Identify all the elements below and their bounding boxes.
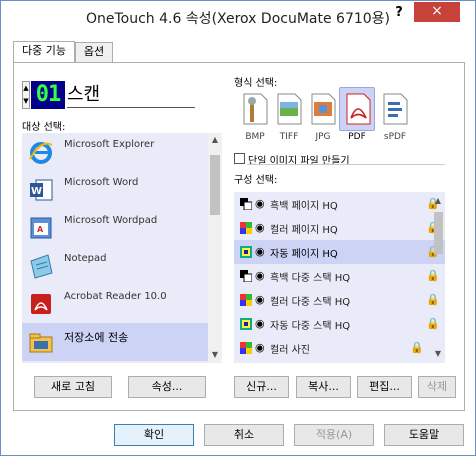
button-label-underline [67, 107, 195, 108]
list-item[interactable]: ◉ 컬러 페이지 HQ 🔒 [234, 216, 445, 240]
help-icon[interactable]: ? [386, 3, 412, 23]
tab-options[interactable]: 옵션 [75, 42, 113, 62]
bw-icon [240, 198, 252, 210]
auto-color-icon [240, 318, 252, 330]
single-file-checkbox[interactable] [234, 153, 245, 164]
color-icon [240, 294, 252, 306]
acrobat-icon [31, 294, 51, 314]
format-label: PDF [348, 132, 366, 142]
list-item-label: Microsoft Word [64, 177, 139, 188]
svg-text:W: W [31, 186, 42, 197]
apply-button[interactable]: 적용(A) [294, 424, 374, 446]
list-item-label: 자동 다중 스택 HQ [270, 321, 351, 332]
configuration-list[interactable]: ◉ 흑백 페이지 HQ 🔒 ◉ 컬러 페이지 HQ 🔒 ◉ 자동 페이지 HQ … [234, 192, 445, 363]
list-item-label: 컬러 다중 스택 HQ [270, 297, 351, 308]
list-item-label: Microsoft Explorer [64, 139, 155, 150]
scroll-thumb[interactable] [434, 212, 443, 254]
new-button[interactable]: 신규... [234, 376, 289, 398]
notepad-icon [30, 254, 53, 279]
list-item-acrobat[interactable]: Acrobat Reader 10.0 [22, 285, 208, 323]
list-item[interactable]: ◉ 흑백 페이지 HQ 🔒 [234, 192, 445, 216]
properties-window: OneTouch 4.6 속성(Xerox DocuMate 6710용) ? … [0, 0, 476, 456]
list-item-label: 자동 페이지 HQ [270, 249, 338, 260]
list-item-label: 흑백 다중 스택 HQ [270, 273, 351, 284]
color-icon [240, 222, 252, 234]
destination-scrollbar[interactable]: ▲ ▼ [208, 133, 222, 363]
eye-icon: ◉ [255, 197, 265, 210]
eye-icon: ◉ [255, 269, 265, 282]
scroll-down-icon[interactable]: ▼ [431, 349, 445, 358]
list-item[interactable]: ◉ 컬러 다중 스택 HQ 🔒 [234, 288, 445, 312]
scroll-up-icon[interactable]: ▲ [431, 196, 445, 205]
color-icon [240, 342, 252, 354]
scroll-down-icon[interactable]: ▼ [208, 350, 222, 359]
tab-multi-function[interactable]: 다중 기능 [13, 41, 75, 62]
list-item-label: 저장소에 전송 [64, 331, 129, 344]
button-label: 스캔 [67, 84, 101, 105]
list-item-explorer[interactable]: Microsoft Explorer [22, 133, 208, 171]
destination-list[interactable]: Microsoft Explorer W Microsoft Word A Mi… [22, 133, 222, 363]
storage-icon [29, 333, 53, 353]
close-button[interactable]: × [414, 2, 460, 22]
eye-icon: ◉ [255, 221, 265, 234]
eye-icon: ◉ [255, 341, 265, 354]
title-bar: OneTouch 4.6 속성(Xerox DocuMate 6710용) ? … [1, 1, 475, 31]
configuration-heading: 구성 선택: [234, 175, 278, 186]
bw-icon [240, 270, 252, 282]
pdf-format-icon[interactable] [339, 87, 375, 131]
list-item-label: Microsoft Wordpad [64, 215, 158, 226]
format-heading: 형식 선택: [234, 78, 278, 89]
tiff-format-icon[interactable] [273, 90, 305, 128]
scroll-up-icon[interactable]: ▲ [208, 135, 222, 144]
list-item[interactable]: ◉ 흑백 다중 스택 HQ 🔒 [234, 264, 445, 288]
scroll-thumb[interactable] [210, 155, 220, 215]
wordpad-icon: A [30, 217, 52, 239]
delete-button[interactable]: 삭제 [418, 376, 456, 398]
copy-button[interactable]: 복사... [296, 376, 351, 398]
list-item-storage[interactable]: 저장소에 전송 [22, 323, 208, 361]
list-item[interactable]: ◉ 자동 다중 스택 HQ 🔒 [234, 312, 445, 336]
auto-color-icon [240, 246, 252, 258]
cancel-button[interactable]: 취소 [204, 424, 284, 446]
format-label: sPDF [383, 132, 407, 142]
eye-icon: ◉ [255, 317, 265, 330]
button-number-display: 01 [31, 81, 65, 109]
list-item-wordpad[interactable]: A Microsoft Wordpad [22, 209, 208, 247]
list-item-label: 컬러 사진 [270, 345, 310, 356]
edit-button[interactable]: 편집... [357, 376, 412, 398]
ok-button[interactable]: 확인 [114, 424, 194, 446]
list-item-word[interactable]: W Microsoft Word [22, 171, 208, 209]
word-icon: W [30, 179, 53, 201]
lock-icon: 🔒 [410, 341, 424, 354]
help-button[interactable]: 도움말 [384, 424, 464, 446]
divider [247, 164, 445, 165]
list-item-label: 흑백 페이지 HQ [270, 201, 338, 212]
refresh-button[interactable]: 새로 고침 [34, 376, 112, 398]
configuration-scrollbar[interactable]: ▲ ▼ [431, 192, 445, 363]
button-spinner[interactable]: ▲ ▼ [22, 81, 30, 109]
destination-heading: 대상 선택: [22, 122, 66, 133]
bmp-format-icon[interactable] [239, 90, 271, 128]
jpg-format-icon[interactable] [307, 90, 339, 128]
ie-icon [29, 142, 53, 164]
eye-icon: ◉ [255, 245, 265, 258]
list-item-selected[interactable]: ◉ 자동 페이지 HQ 🔒 [234, 240, 445, 264]
list-item-label: 컬러 페이지 HQ [270, 225, 338, 236]
list-item[interactable]: ◉ 컬러 사진 🔒 [234, 336, 445, 360]
eye-icon: ◉ [255, 293, 265, 306]
list-item-notepad[interactable]: Notepad [22, 247, 208, 285]
svg-text:A: A [37, 225, 44, 234]
list-item-label: Notepad [64, 253, 107, 264]
list-item-label: Acrobat Reader 10.0 [64, 291, 167, 302]
spdf-format-icon[interactable] [379, 90, 411, 128]
properties-button[interactable]: 속성... [128, 376, 206, 398]
